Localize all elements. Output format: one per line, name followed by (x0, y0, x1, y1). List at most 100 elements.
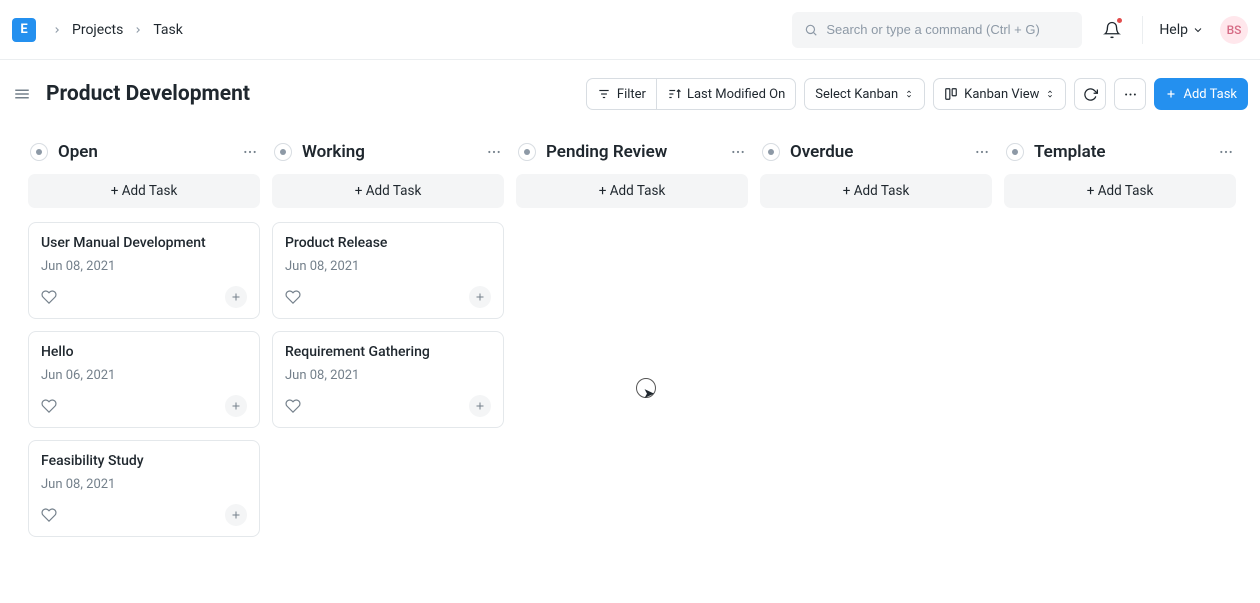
more-horizontal-icon (1123, 87, 1138, 102)
add-task-button[interactable]: Add Task (1154, 78, 1248, 110)
column-name: Open (58, 142, 242, 162)
sidebar-toggle[interactable] (8, 80, 36, 108)
column-menu-button[interactable] (1218, 144, 1234, 160)
task-date: Jun 08, 2021 (285, 368, 491, 383)
assign-button[interactable] (225, 504, 247, 526)
task-card[interactable]: Hello Jun 06, 2021 (28, 331, 260, 428)
task-card[interactable]: Requirement Gathering Jun 08, 2021 (272, 331, 504, 428)
like-button[interactable] (285, 398, 301, 414)
assign-button[interactable] (469, 286, 491, 308)
more-menu-button[interactable] (1114, 78, 1146, 110)
search-icon (804, 23, 818, 37)
filter-button[interactable]: Filter (586, 78, 656, 110)
divider (1142, 16, 1143, 44)
status-indicator (274, 143, 292, 161)
column-menu-button[interactable] (730, 144, 746, 160)
select-icon (1045, 87, 1055, 101)
task-card[interactable]: Feasibility Study Jun 08, 2021 (28, 440, 260, 537)
topbar-right: Help BS (792, 12, 1248, 48)
app-logo[interactable]: E (12, 18, 36, 42)
task-date: Jun 06, 2021 (41, 368, 247, 383)
status-indicator (762, 143, 780, 161)
breadcrumb-task[interactable]: Task (153, 22, 183, 38)
kanban-column: Open + Add Task User Manual Development Jun… (28, 128, 260, 549)
assign-button[interactable] (469, 395, 491, 417)
assign-button[interactable] (225, 395, 247, 417)
like-button[interactable] (285, 289, 301, 305)
breadcrumb-projects[interactable]: Projects (72, 22, 123, 38)
kanban-board: Open + Add Task User Manual Development Jun… (0, 128, 1260, 557)
task-title: Product Release (285, 235, 491, 251)
task-footer (285, 395, 491, 417)
task-title: Requirement Gathering (285, 344, 491, 360)
add-task-slot[interactable]: + Add Task (516, 174, 748, 208)
help-menu[interactable]: Help (1159, 22, 1204, 38)
task-footer (41, 286, 247, 308)
task-date: Jun 08, 2021 (285, 259, 491, 274)
kanban-column: Overdue+ Add Task (760, 128, 992, 549)
task-date: Jun 08, 2021 (41, 477, 247, 492)
help-label: Help (1159, 22, 1188, 38)
task-footer (41, 504, 247, 526)
chevron-right-icon (133, 25, 143, 35)
kanban-column: Template + Add Task (1004, 128, 1236, 549)
search-input[interactable] (826, 22, 1070, 37)
column-header: Open (28, 128, 260, 174)
menu-icon (13, 85, 31, 103)
add-task-label: Add Task (1183, 87, 1237, 102)
like-button[interactable] (41, 398, 57, 414)
column-name: Pending Review (546, 142, 730, 162)
column-menu-button[interactable] (974, 144, 990, 160)
kanban-column: Working + Add Task Product Release Jun 08, … (272, 128, 504, 549)
task-title: Feasibility Study (41, 453, 247, 469)
column-header: Pending Review (516, 128, 748, 174)
add-task-slot[interactable]: + Add Task (1004, 174, 1236, 208)
column-header: Template (1004, 128, 1236, 174)
refresh-icon (1083, 87, 1098, 102)
status-indicator (30, 143, 48, 161)
user-avatar[interactable]: BS (1220, 16, 1248, 44)
sort-label: Last Modified On (687, 87, 785, 102)
column-menu-button[interactable] (486, 144, 502, 160)
chevron-right-icon (52, 25, 62, 35)
task-title: User Manual Development (41, 235, 247, 251)
notifications-button[interactable] (1098, 16, 1126, 44)
bell-icon (1103, 21, 1121, 39)
task-footer (41, 395, 247, 417)
task-date: Jun 08, 2021 (41, 259, 247, 274)
page-header: Product Development Filter Last Modified… (0, 60, 1260, 128)
task-card[interactable]: User Manual Development Jun 08, 2021 (28, 222, 260, 319)
view-button[interactable]: Kanban View (933, 78, 1066, 110)
view-label: Kanban View (964, 87, 1039, 102)
task-title: Hello (41, 344, 247, 360)
select-kanban-label: Select Kanban (815, 87, 898, 102)
select-kanban-button[interactable]: Select Kanban (804, 78, 925, 110)
global-search[interactable] (792, 12, 1082, 48)
filter-label: Filter (617, 87, 646, 102)
column-header: Working (272, 128, 504, 174)
like-button[interactable] (41, 289, 57, 305)
add-task-slot[interactable]: + Add Task (28, 174, 260, 208)
column-name: Working (302, 142, 486, 162)
kanban-column: Pending Review + Add Task (516, 128, 748, 549)
status-indicator (518, 143, 536, 161)
status-indicator (1006, 143, 1024, 161)
refresh-button[interactable] (1074, 78, 1106, 110)
column-name: Template (1034, 142, 1218, 162)
task-card[interactable]: Product Release Jun 08, 2021 (272, 222, 504, 319)
page-title: Product Development (46, 82, 250, 106)
filter-sort-group: Filter Last Modified On (586, 78, 796, 110)
sort-button[interactable]: Last Modified On (656, 78, 796, 110)
column-header: Overdue (760, 128, 992, 174)
assign-button[interactable] (225, 286, 247, 308)
column-menu-button[interactable] (242, 144, 258, 160)
chevron-down-icon (1192, 24, 1204, 36)
add-task-slot[interactable]: + Add Task (760, 174, 992, 208)
like-button[interactable] (41, 507, 57, 523)
toolbar: Filter Last Modified On Select Kanban Ka… (586, 78, 1248, 110)
task-footer (285, 286, 491, 308)
plus-icon (1165, 88, 1177, 100)
filter-icon (597, 87, 611, 101)
topbar: E Projects Task Help B (0, 0, 1260, 60)
add-task-slot[interactable]: + Add Task (272, 174, 504, 208)
